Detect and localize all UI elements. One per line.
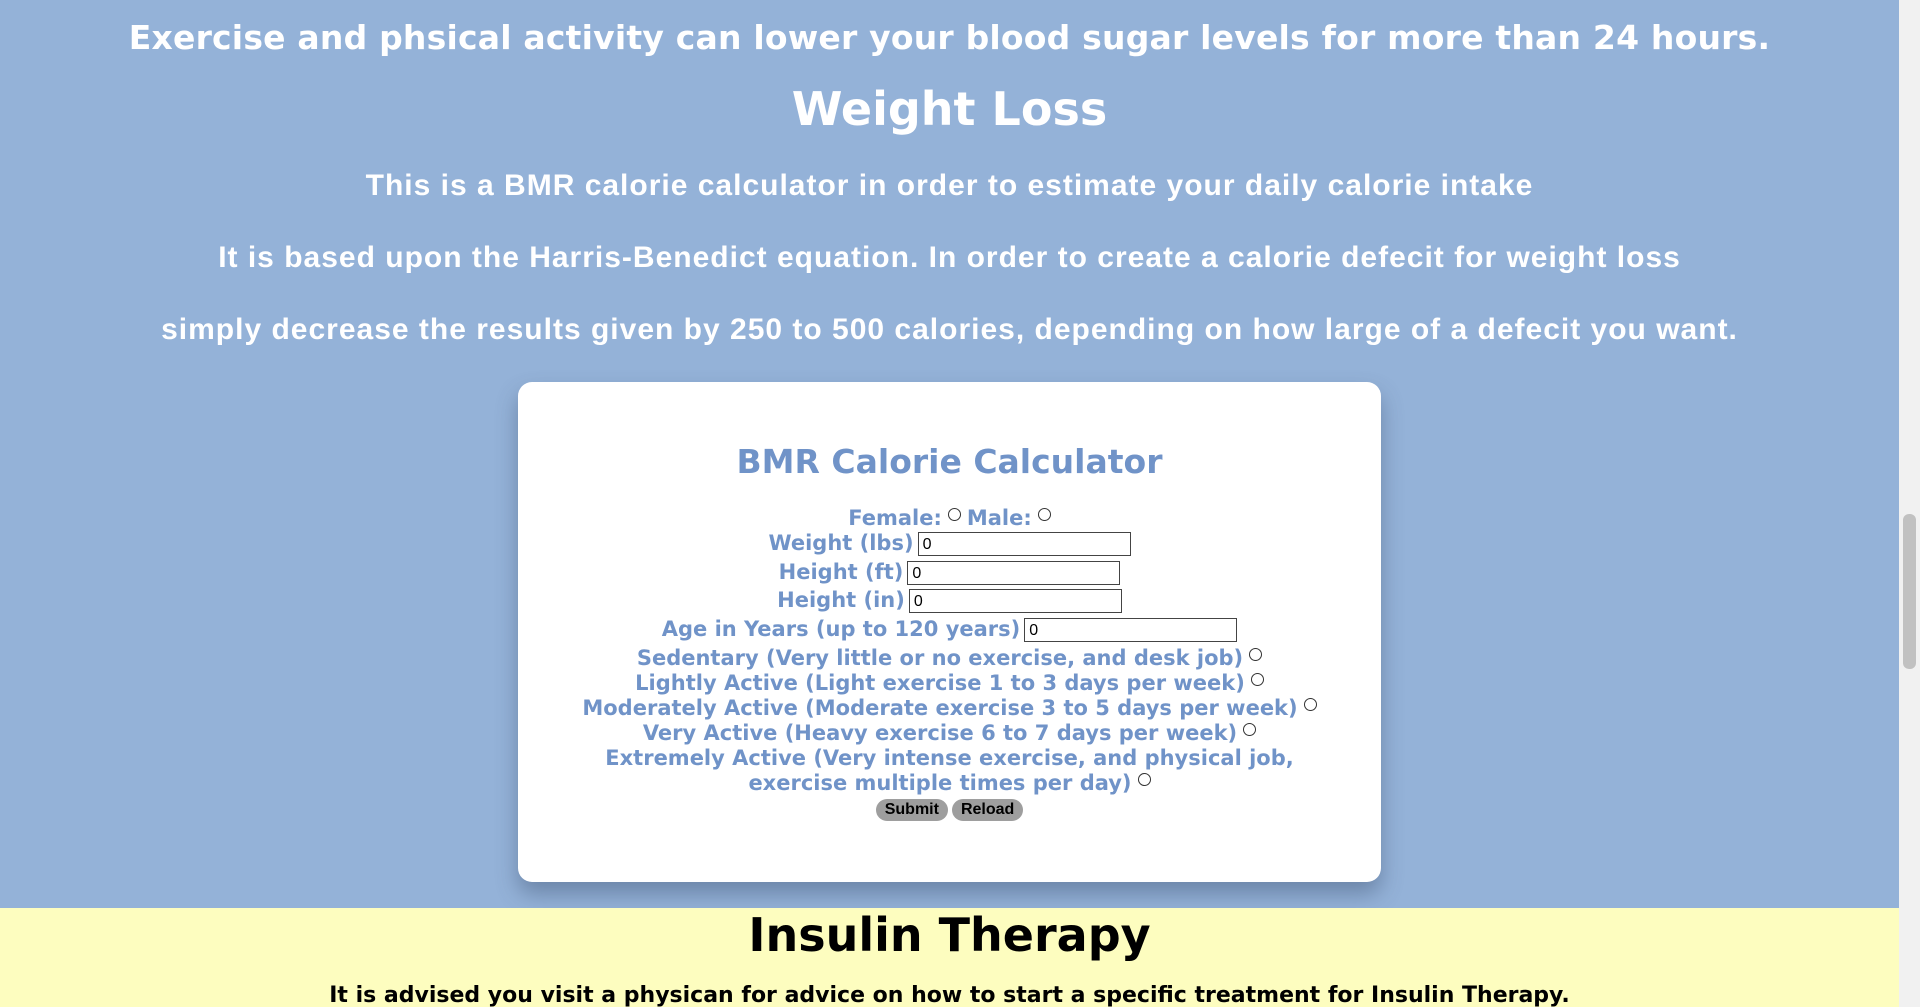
activity-moderate-radio[interactable] [1303, 698, 1317, 711]
activity-very-radio[interactable] [1243, 723, 1257, 736]
female-label: Female: [848, 506, 942, 530]
insulin-therapy-title: Insulin Therapy [748, 908, 1151, 962]
bmr-calculator-card: BMR Calorie Calculator Female: Male: Weig… [518, 382, 1381, 882]
height-in-row: Height (in) 0 [518, 588, 1381, 613]
activity-light-radio[interactable] [1250, 673, 1264, 686]
page-scrollbar[interactable] [1899, 0, 1920, 1007]
activity-extreme-row-1: Extremely Active (Very intense exercise,… [518, 746, 1381, 771]
female-radio[interactable] [947, 508, 961, 521]
insulin-therapy-section: Insulin Therapy It is advised you visit … [0, 908, 1899, 1007]
height-ft-input[interactable]: 0 [907, 561, 1121, 585]
insulin-therapy-text: It is advised you visit a physican for a… [329, 983, 1570, 1007]
weight-loss-section: Exercise and phsical activity can lower … [0, 0, 1899, 908]
activity-very-label: Very Active (Heavy exercise 6 to 7 days … [642, 721, 1238, 745]
activity-light-label: Lightly Active (Light exercise 1 to 3 da… [635, 671, 1245, 695]
bmr-description-line-3: simply decrease the results given by 250… [161, 313, 1738, 346]
activity-light-row: Lightly Active (Light exercise 1 to 3 da… [518, 671, 1381, 696]
activity-sedentary-row: Sedentary (Very little or no exercise, a… [518, 646, 1381, 671]
male-label: Male: [966, 506, 1032, 530]
activity-moderate-row: Moderately Active (Moderate exercise 3 t… [518, 696, 1381, 721]
activity-extreme-radio[interactable] [1137, 773, 1151, 786]
page: Exercise and phsical activity can lower … [0, 0, 1899, 1007]
height-in-input[interactable]: 0 [908, 589, 1122, 613]
activity-very-row: Very Active (Heavy exercise 6 to 7 days … [518, 721, 1381, 746]
age-input[interactable]: 0 [1024, 618, 1238, 642]
reload-button[interactable]: Reload [951, 799, 1024, 821]
weight-input[interactable]: 0 [917, 532, 1131, 556]
bmr-description-line-1: This is a BMR calorie calculator in orde… [365, 169, 1534, 202]
activity-sedentary-radio[interactable] [1249, 648, 1263, 661]
activity-sedentary-label: Sedentary (Very little or no exercise, a… [636, 646, 1244, 670]
bmr-description-line-2: It is based upon the Harris-Benedict equ… [218, 241, 1681, 274]
calculator-title: BMR Calorie Calculator [736, 442, 1163, 481]
calculator-buttons: Submit Reload [518, 799, 1381, 821]
height-ft-label: Height (ft) [778, 560, 904, 584]
age-label: Age in Years (up to 120 years) [661, 617, 1021, 641]
exercise-note: Exercise and phsical activity can lower … [128, 18, 1771, 57]
activity-moderate-label: Moderately Active (Moderate exercise 3 t… [582, 696, 1298, 720]
male-radio[interactable] [1037, 508, 1051, 521]
age-row: Age in Years (up to 120 years) 0 [518, 617, 1381, 642]
activity-extreme-label-2: exercise multiple times per day) [748, 771, 1132, 795]
height-in-label: Height (in) [777, 588, 905, 612]
weight-loss-title: Weight Loss [791, 82, 1108, 136]
activity-extreme-label-1: Extremely Active (Very intense exercise,… [605, 746, 1294, 770]
submit-button[interactable]: Submit [875, 799, 948, 821]
height-ft-row: Height (ft) 0 [518, 560, 1381, 585]
weight-label: Weight (lbs) [768, 531, 914, 555]
gender-row: Female: Male: [518, 506, 1381, 531]
activity-extreme-row-2: exercise multiple times per day) [518, 771, 1381, 796]
scrollbar-thumb[interactable] [1903, 514, 1916, 669]
weight-row: Weight (lbs) 0 [518, 531, 1381, 556]
